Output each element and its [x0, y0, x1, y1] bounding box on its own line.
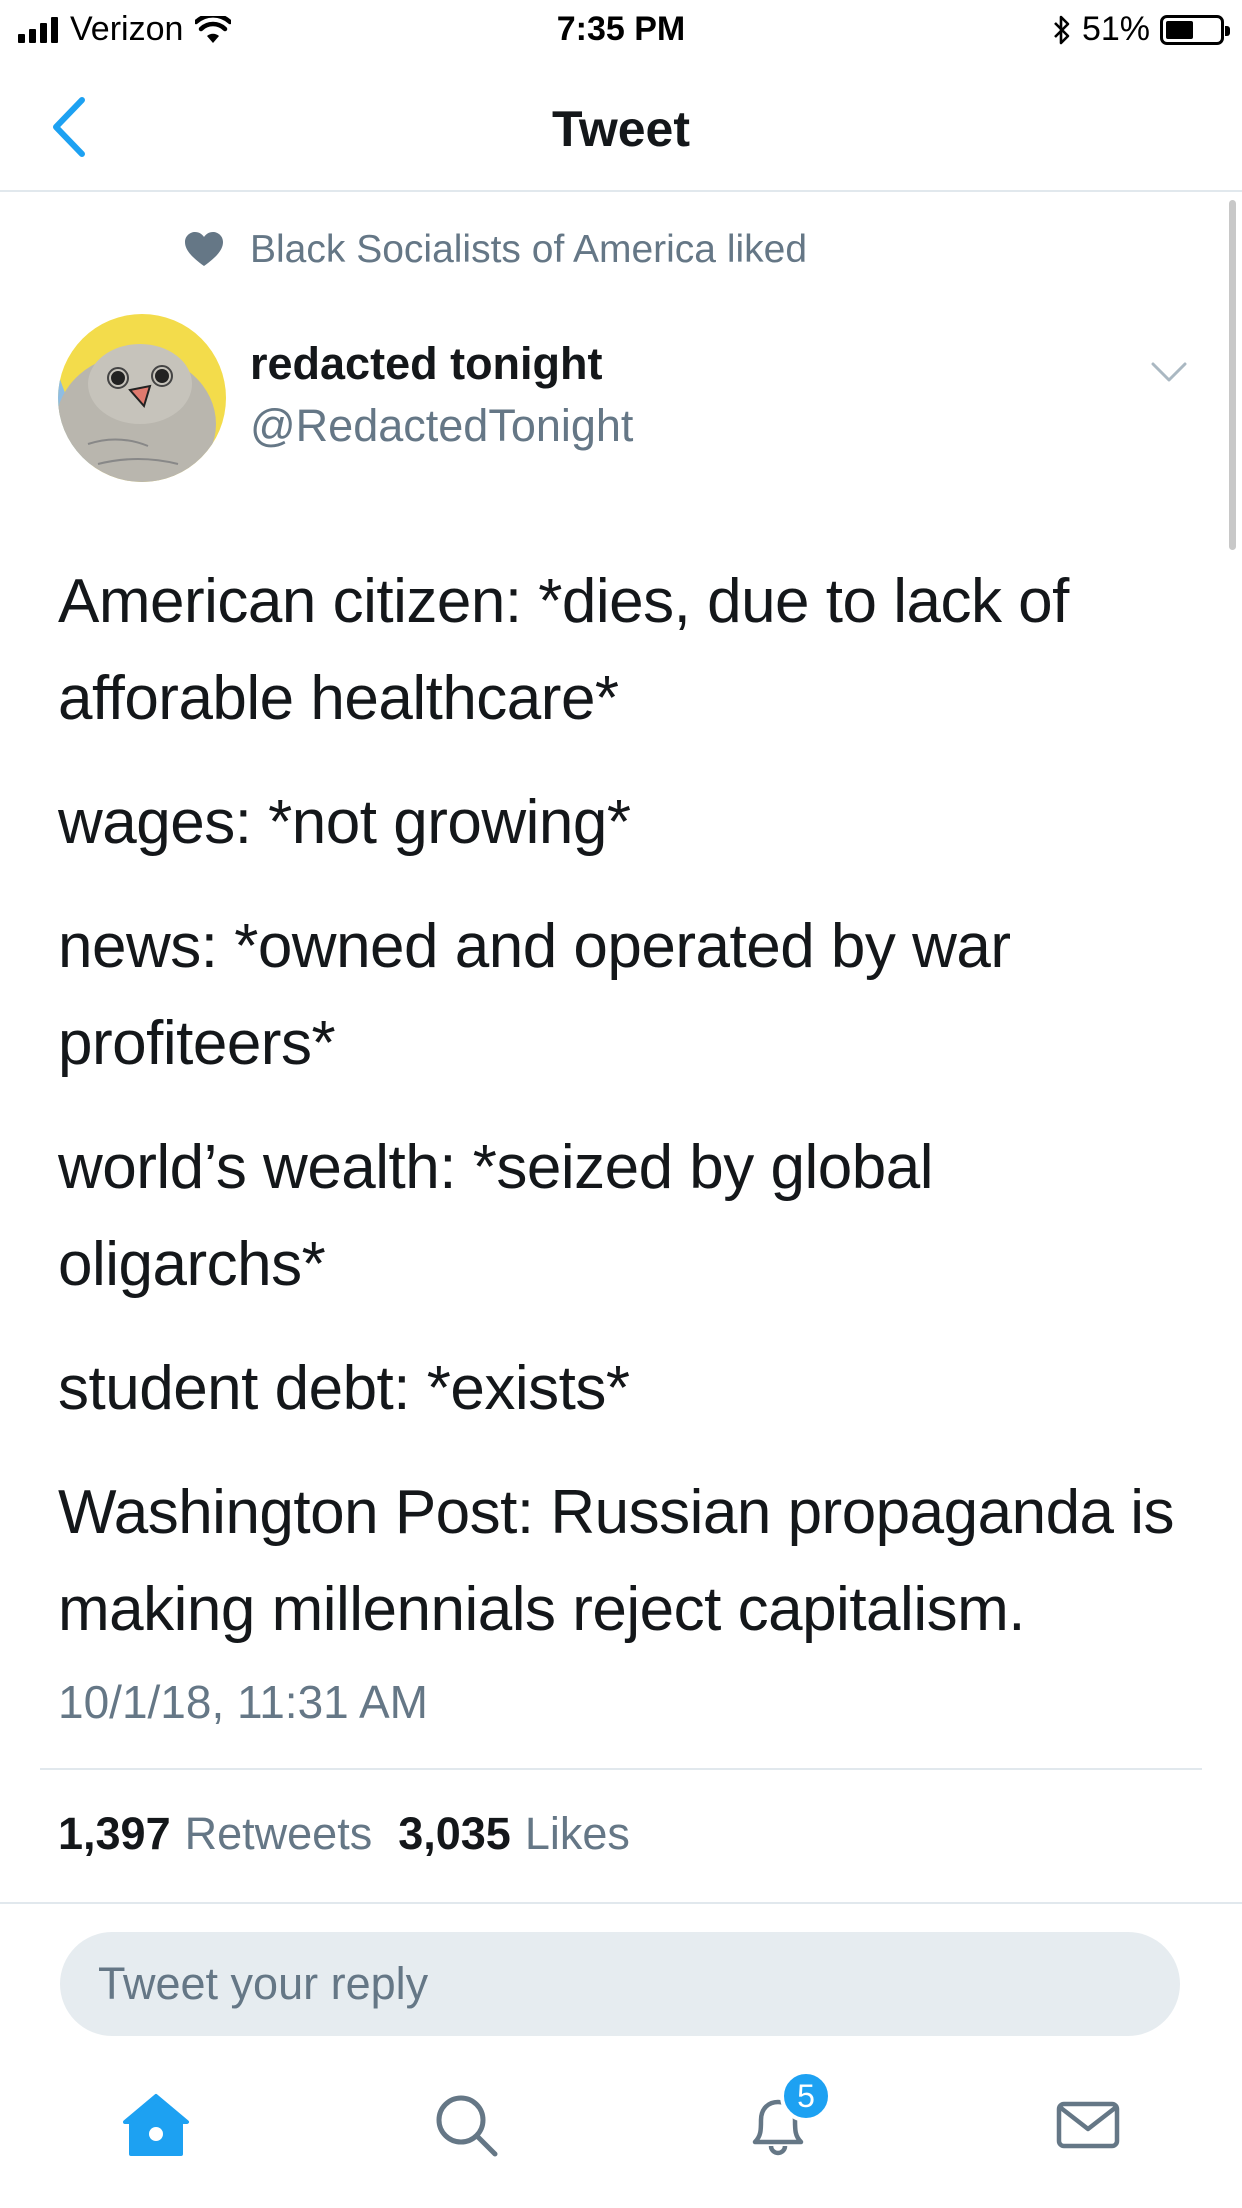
retweets-label[interactable]: Retweets	[185, 1808, 373, 1860]
tab-home[interactable]	[116, 2080, 196, 2170]
author-handle[interactable]: @RedactedTonight	[250, 400, 633, 452]
tab-notifications[interactable]: 5	[738, 2070, 832, 2170]
social-context[interactable]: Black Socialists of America liked	[184, 228, 807, 272]
tweet-paragraph: news: *owned and operated by war profite…	[58, 912, 1011, 1078]
avatar[interactable]	[58, 314, 226, 482]
tweet-options-button[interactable]	[1150, 360, 1188, 386]
chevron-down-icon	[1151, 362, 1187, 382]
bluetooth-icon	[1054, 15, 1070, 44]
tweet-stats: 1,397 Retweets 3,035 Likes	[58, 1808, 656, 1860]
divider	[40, 1768, 1202, 1770]
reply-input[interactable]	[60, 1932, 1180, 2036]
page-title: Tweet	[552, 101, 690, 157]
tweet-body: American citizen: *dies, due to lack of …	[58, 553, 1188, 1685]
home-icon	[123, 2094, 189, 2156]
likes-label[interactable]: Likes	[525, 1808, 630, 1860]
search-icon	[436, 2095, 498, 2157]
notifications-badge: 5	[780, 2070, 832, 2122]
status-bar-right: 51%	[1052, 10, 1230, 49]
social-context-text: Black Socialists of America liked	[250, 228, 808, 271]
battery-fill	[1166, 20, 1193, 39]
retweets-count[interactable]: 1,397	[58, 1808, 171, 1860]
tweet-paragraph: Washington Post: Russian propaganda is m…	[58, 1478, 1175, 1644]
tab-messages[interactable]	[1048, 2080, 1128, 2170]
tweet-paragraph: wages: *not growing*	[58, 788, 631, 857]
heart-icon	[185, 232, 223, 266]
nav-bar: Tweet	[0, 62, 1242, 192]
battery-tip	[1225, 25, 1230, 36]
tab-search[interactable]	[426, 2080, 506, 2170]
status-bar: Verizon 7:35 PM 51%	[0, 0, 1242, 62]
author-name[interactable]: redacted tonight	[250, 338, 603, 390]
messages-icon	[1056, 2101, 1120, 2149]
tweet-paragraph: world’s wealth: *seized by global oligar…	[58, 1133, 933, 1299]
likes-count[interactable]: 3,035	[398, 1808, 511, 1860]
battery-percentage: 51%	[1081, 10, 1150, 48]
tweet-paragraph: student debt: *exists*	[58, 1354, 630, 1423]
battery-icon	[1160, 14, 1230, 45]
tweet-paragraph: American citizen: *dies, due to lack of …	[58, 567, 1069, 733]
divider	[0, 1902, 1242, 1904]
scroll-indicator[interactable]	[1229, 200, 1236, 550]
tab-bar: 5	[0, 2070, 1242, 2208]
avatar-image	[58, 314, 226, 482]
tweet-timestamp: 10/1/18, 11:31 AM	[58, 1676, 428, 1728]
